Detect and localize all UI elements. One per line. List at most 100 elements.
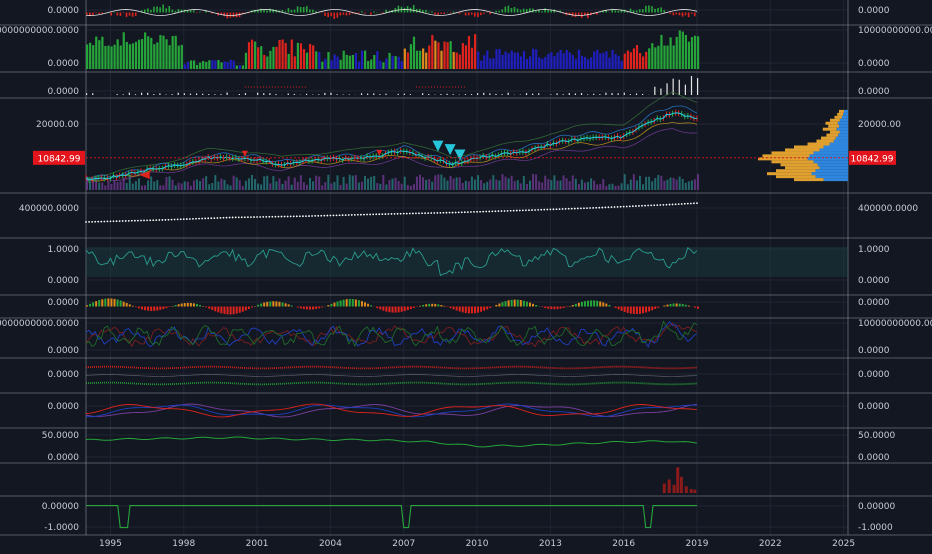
price-volume-bar [575, 179, 577, 190]
oscillator-bar [645, 6, 647, 13]
cumulative-point [134, 220, 136, 222]
histogram-bar [618, 307, 620, 310]
cumulative-point [180, 218, 182, 220]
price-volume-bar [679, 177, 681, 190]
histogram-bar [443, 306, 445, 307]
oscillator-bar [324, 13, 326, 16]
x-tick-label: 2019 [686, 539, 709, 549]
cumulative-point [293, 215, 295, 217]
volume-bar [630, 52, 632, 69]
histogram-bar [199, 305, 201, 307]
histogram-bar [596, 301, 598, 307]
histogram-bar [511, 300, 513, 307]
cumulative-point [464, 211, 466, 213]
price-volume-bar [685, 183, 687, 190]
volume-bar [431, 35, 433, 69]
volume-profile-bar [823, 128, 837, 131]
volume-bar [560, 50, 562, 69]
cumulative-point [189, 218, 191, 220]
price-volume-bar [560, 181, 562, 190]
volume-bar [358, 62, 360, 69]
price-volume-bar [587, 182, 589, 190]
spike-bar [410, 94, 411, 95]
cumulative-point [687, 203, 689, 205]
oscillator-bar [309, 10, 311, 13]
histogram-bar [544, 307, 546, 309]
volume-bar [168, 45, 170, 69]
price-volume-bar [144, 185, 146, 190]
y-tick-label-left: 0.0000 [48, 370, 80, 380]
histogram-bar [440, 305, 442, 306]
price-volume-bar [361, 182, 363, 190]
volume-profile-bar [776, 175, 816, 178]
histogram-bar [291, 305, 293, 306]
volume-profile-bar [817, 140, 834, 143]
oscillator-bar [541, 11, 543, 12]
oscillator-bar [153, 7, 155, 13]
price-volume-bar [120, 181, 122, 190]
oscillator-bar [663, 10, 665, 12]
cumulative-point [366, 214, 368, 216]
oscillator-bar [120, 13, 122, 16]
price-volume-bar [159, 185, 161, 190]
chart-canvas[interactable]: 1995199820012004200720102013201620192022… [0, 0, 932, 550]
histogram-bar [434, 304, 436, 307]
price-volume-bar [297, 182, 299, 190]
oscillator-bar [428, 12, 430, 13]
oscillator-bar [615, 11, 617, 13]
oscillator-bar [431, 11, 433, 12]
volume-bar [642, 56, 644, 69]
price-volume-bar [563, 175, 565, 190]
volume-bar [275, 47, 277, 69]
histogram-bar [333, 303, 335, 307]
price-volume-bar [278, 178, 280, 190]
volume-bar [113, 45, 115, 69]
volume-bar [526, 59, 528, 69]
y-tick-label-left: 0.0000 [48, 6, 80, 16]
spike-bar [685, 85, 686, 95]
histogram-bar [327, 305, 329, 306]
histogram-bar [605, 304, 607, 307]
price-volume-bar [608, 184, 610, 190]
cumulative-point [271, 216, 273, 218]
volume-profile-bar [794, 178, 824, 181]
price-volume-bar [242, 186, 244, 190]
price-volume-bar [501, 174, 503, 190]
cumulative-point [418, 212, 420, 214]
price-volume-bar [205, 176, 207, 190]
cumulative-point [183, 218, 185, 220]
cumulative-point [384, 213, 386, 215]
price-volume-bar [285, 181, 287, 190]
oscillator-bar [651, 6, 653, 12]
y-tick-label-left: -1.0000 [44, 523, 79, 533]
price-volume-bar [648, 177, 650, 190]
histogram-bar [453, 307, 455, 310]
cumulative-point [403, 213, 405, 215]
volume-profile-bar [781, 163, 818, 166]
cumulative-point [488, 211, 490, 213]
price-volume-bar [517, 180, 519, 190]
price-volume-bar [416, 177, 418, 190]
price-volume-bar [544, 176, 546, 190]
cumulative-point [320, 215, 322, 217]
oscillator-bar [483, 13, 485, 14]
price-volume-bar [419, 175, 421, 190]
histogram-bar [392, 307, 394, 313]
spike-bar [141, 93, 142, 95]
oscillator-bar [682, 13, 684, 17]
volume-bar [340, 60, 342, 69]
cumulative-point [262, 216, 264, 218]
oscillator-bar [385, 10, 387, 13]
price-volume-bar [220, 179, 222, 190]
histogram-bar [376, 307, 378, 309]
price-volume-bar [282, 184, 284, 190]
volume-bar [330, 60, 332, 69]
late-bar [676, 467, 679, 493]
price-volume-bar [113, 180, 115, 190]
price-volume-bar [642, 184, 644, 190]
volume-bar [239, 65, 241, 69]
price-volume-bar [101, 182, 103, 190]
price-volume-bar [153, 181, 155, 190]
histogram-bar [257, 305, 259, 307]
spike-bar [666, 83, 667, 95]
